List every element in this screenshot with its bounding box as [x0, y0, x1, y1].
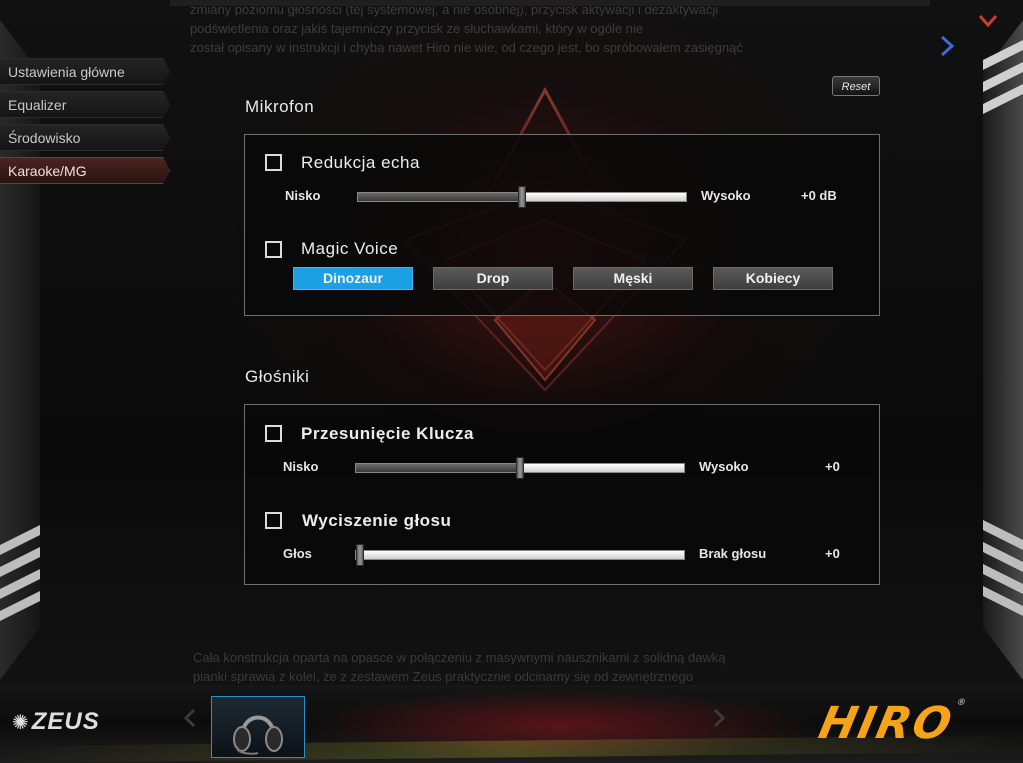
left-stripes-decoration: [0, 525, 40, 621]
nav-item-label: Środowisko: [8, 130, 81, 146]
key-shift-slider-min-label: Nisko: [283, 459, 319, 474]
article-line: pianki sprawia z kolei, że z zestawem Ze…: [193, 669, 694, 684]
voice-mute-slider-thumb[interactable]: [356, 544, 364, 566]
device-prev-arrow-icon[interactable]: [183, 708, 197, 728]
echo-slider-value: +0 dB: [801, 188, 837, 203]
nav-item-label: Equalizer: [8, 97, 67, 113]
hiro-logo-text: HIRO: [814, 698, 958, 749]
article-line: został opisany w instrukcji i chyba nawe…: [190, 40, 743, 55]
microphone-panel: Redukcja echa Nisko Wysoko +0 dB Magic V…: [244, 134, 880, 316]
chevron-right-icon[interactable]: [938, 34, 956, 58]
background-article-top: zmiany poziomu głośności (tej systemowej…: [190, 0, 800, 60]
nav-item-main-settings[interactable]: Ustawienia główne: [0, 58, 170, 85]
zeus-logo-text: ZEUS: [31, 708, 100, 735]
slider-fill: [356, 464, 520, 472]
nav-item-karaoke[interactable]: Karaoke/MG: [0, 157, 170, 184]
background-article-bottom: Cała konstrukcja oparta na opasce w połą…: [193, 648, 803, 688]
echo-reduction-checkbox[interactable]: [265, 154, 282, 171]
slider-rest: [520, 464, 684, 472]
registered-mark: ®: [955, 698, 969, 708]
right-bottom-stripes-decoration: [983, 520, 1023, 616]
key-shift-slider-value: +0: [825, 459, 840, 474]
voice-female-button[interactable]: Kobiecy: [713, 267, 833, 290]
voice-mute-slider[interactable]: [355, 544, 685, 566]
voice-mute-slider-max-label: Brak głosu: [699, 546, 767, 561]
voice-mute-checkbox[interactable]: [265, 512, 282, 529]
top-frame-bar: [170, 0, 930, 6]
key-shift-slider-max-label: Wysoko: [699, 459, 749, 474]
voice-mute-label: Wyciszenie głosu: [302, 511, 452, 530]
magic-voice-label: Magic Voice: [301, 239, 399, 258]
key-shift-slider-thumb[interactable]: [516, 457, 524, 479]
voice-mute-slider-value: +0: [825, 546, 840, 561]
echo-slider[interactable]: [357, 186, 687, 208]
device-headset-thumbnail[interactable]: [211, 696, 305, 758]
voice-mute-slider-min-label: Głos: [283, 546, 312, 561]
gear-icon: ✺: [12, 712, 30, 734]
echo-slider-thumb[interactable]: [518, 186, 526, 208]
key-shift-label: Przesunięcie Klucza: [301, 424, 474, 443]
nav-item-equalizer[interactable]: Equalizer: [0, 91, 170, 118]
article-line: Cała konstrukcja oparta na opasce w połą…: [193, 650, 726, 665]
voice-male-button[interactable]: Męski: [573, 267, 693, 290]
voice-dinosaur-button[interactable]: Dinozaur: [293, 267, 413, 290]
key-shift-slider[interactable]: [355, 457, 685, 479]
nav-item-label: Ustawienia główne: [8, 64, 125, 80]
chevron-down-icon[interactable]: [977, 12, 999, 30]
article-line: podświetlenia oraz jakiś tajemniczy przy…: [190, 21, 644, 36]
speakers-panel: Przesunięcie Klucza Nisko Wysoko +0 Wyci…: [244, 404, 880, 585]
echo-slider-max-label: Wysoko: [701, 188, 751, 203]
echo-reduction-label: Redukcja echa: [301, 153, 420, 172]
echo-slider-min-label: Nisko: [285, 188, 321, 203]
sidebar-nav: Ustawienia główne Equalizer Środowisko K…: [0, 58, 175, 190]
right-top-stripes-decoration: [983, 40, 1023, 114]
hiro-logo: HIRO®: [815, 698, 969, 749]
nav-item-environment[interactable]: Środowisko: [0, 124, 170, 151]
magic-voice-checkbox[interactable]: [265, 241, 282, 258]
microphone-section-title: Mikrofon: [245, 97, 315, 116]
key-shift-checkbox[interactable]: [265, 425, 282, 442]
zeus-logo: ✺ZEUS: [12, 708, 100, 736]
slider-rest: [522, 193, 686, 201]
reset-button[interactable]: Reset: [832, 76, 880, 96]
voice-drop-button[interactable]: Drop: [433, 267, 553, 290]
device-next-arrow-icon[interactable]: [712, 708, 726, 728]
slider-rest: [356, 551, 684, 559]
nav-item-label: Karaoke/MG: [8, 163, 87, 179]
speakers-section-title: Głośniki: [245, 367, 310, 386]
slider-fill: [358, 193, 522, 201]
headset-icon: [233, 715, 283, 755]
